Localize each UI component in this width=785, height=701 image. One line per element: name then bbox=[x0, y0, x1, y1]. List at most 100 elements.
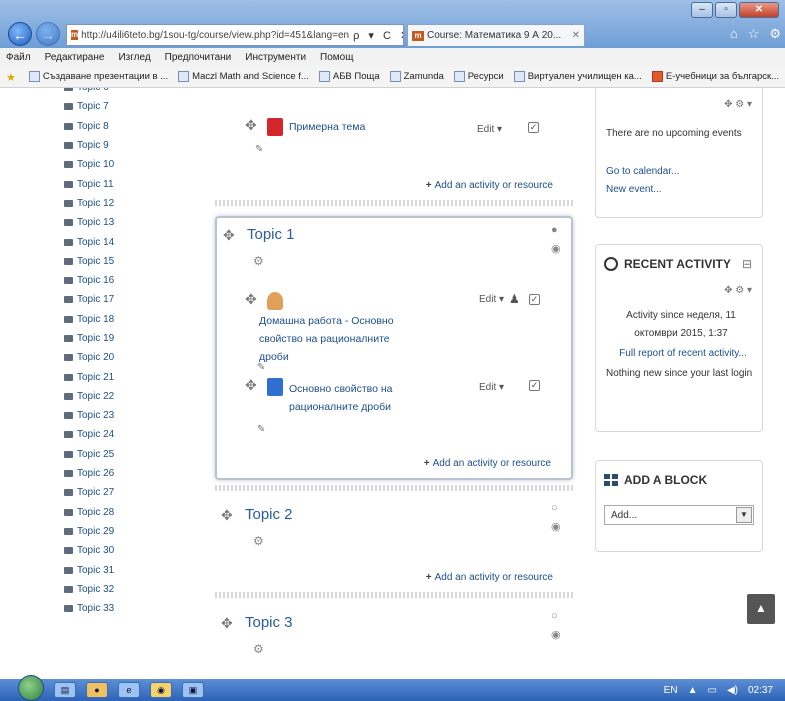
topic-nav-item[interactable]: Topic 20 bbox=[64, 348, 184, 367]
menu-favorites[interactable]: Предпочитани bbox=[165, 52, 232, 63]
topic-nav-item[interactable]: Topic 26 bbox=[64, 464, 184, 483]
topic-nav-item[interactable]: Topic 29 bbox=[64, 522, 184, 541]
section-settings-gear-icon[interactable]: ⚙ bbox=[253, 254, 264, 268]
topic-nav-item[interactable]: Topic 23 bbox=[64, 406, 184, 425]
section-title[interactable]: Topic 1 bbox=[247, 226, 295, 243]
move-icon[interactable]: ✥ bbox=[221, 616, 239, 630]
edit-title-pencil-icon[interactable]: ✎ bbox=[255, 144, 263, 155]
start-button[interactable] bbox=[18, 675, 44, 701]
completion-checkbox[interactable]: ✓ bbox=[528, 122, 539, 133]
section-settings-gear-icon[interactable]: ⚙ bbox=[253, 534, 264, 548]
highlight-marker-icon[interactable]: ○ bbox=[551, 610, 558, 622]
forward-button[interactable]: → bbox=[36, 22, 60, 46]
topic-nav-item[interactable]: Topic 33 bbox=[64, 599, 184, 618]
visibility-eye-icon[interactable]: ◉ bbox=[551, 242, 561, 255]
chrome-taskbar-icon[interactable]: ◉ bbox=[150, 682, 172, 698]
topic-nav-item[interactable]: Topic 13 bbox=[64, 213, 184, 232]
edit-menu[interactable]: Edit ▾ bbox=[479, 294, 504, 305]
topic-nav-item[interactable]: Topic 25 bbox=[64, 445, 184, 464]
topic-nav-item[interactable]: Topic 10 bbox=[64, 155, 184, 174]
volume-icon[interactable]: ◀) bbox=[727, 685, 738, 696]
topic-nav-item[interactable]: Topic 27 bbox=[64, 483, 184, 502]
activity-link[interactable]: Домашна работа - Основно свойство на рац… bbox=[259, 312, 399, 366]
menu-help[interactable]: Помощ bbox=[320, 52, 353, 63]
add-activity-link[interactable]: + Add an activity or resource bbox=[424, 458, 551, 469]
chevron-down-icon[interactable]: ▼ bbox=[736, 507, 752, 523]
ie-taskbar-icon[interactable]: e bbox=[118, 682, 140, 698]
favorite-link[interactable]: Ресурси bbox=[453, 70, 504, 82]
address-controls[interactable]: ρ ▾ C ✕ bbox=[349, 29, 403, 42]
minimize-button[interactable]: – bbox=[691, 2, 713, 18]
favorite-link[interactable]: Zamunda bbox=[389, 70, 444, 82]
settings-gear-icon[interactable]: ⚙ bbox=[769, 26, 781, 42]
topic-nav-item[interactable]: Topic 30 bbox=[64, 541, 184, 560]
topic-nav-item[interactable]: Topic 16 bbox=[64, 271, 184, 290]
favorite-link[interactable]: Създаване презентации в ... bbox=[28, 70, 168, 82]
topic-nav-item[interactable]: Topic 15 bbox=[64, 252, 184, 271]
topic-nav-item[interactable]: Topic 21 bbox=[64, 367, 184, 386]
edit-title-pencil-icon[interactable]: ✎ bbox=[257, 362, 265, 373]
tray-arrow-icon[interactable]: ▲ bbox=[688, 685, 698, 696]
assign-roles-user-icon[interactable]: ♟ bbox=[509, 292, 520, 306]
topic-nav-item[interactable]: Topic 28 bbox=[64, 503, 184, 522]
topic-nav-item[interactable]: Topic 17 bbox=[64, 290, 184, 309]
favorite-link[interactable]: Maczl Math and Science f... bbox=[178, 70, 309, 82]
explorer-taskbar-icon[interactable]: ▤ bbox=[54, 682, 76, 698]
topic-nav-item[interactable]: Topic 8 bbox=[64, 117, 184, 136]
topic-nav-item[interactable]: Topic 19 bbox=[64, 329, 184, 348]
favorites-star-icon[interactable]: ☆ bbox=[748, 26, 760, 42]
scroll-to-top-button[interactable]: ▲ bbox=[747, 594, 775, 624]
topic-nav-item[interactable]: Topic 11 bbox=[64, 174, 184, 193]
topic-nav-item[interactable]: Topic 12 bbox=[64, 194, 184, 213]
favorites-star-icon[interactable]: ★ bbox=[6, 71, 16, 84]
add-block-select[interactable]: Add... ▼ bbox=[604, 505, 754, 525]
block-controls[interactable]: ✥ ⚙ ▾ bbox=[724, 285, 752, 296]
tab-close-icon[interactable]: ✕ bbox=[572, 30, 580, 41]
maximize-button[interactable]: ▫ bbox=[715, 2, 737, 18]
favorite-link[interactable]: Виртуален училищен ка... bbox=[513, 70, 642, 82]
move-icon[interactable]: ✥ bbox=[245, 118, 263, 132]
close-window-button[interactable]: ✕ bbox=[739, 2, 779, 18]
block-controls[interactable]: ✥ ⚙ ▾ bbox=[724, 99, 752, 110]
highlight-marker-icon[interactable]: ○ bbox=[551, 502, 558, 514]
go-to-calendar-link[interactable]: Go to calendar... bbox=[606, 163, 679, 181]
move-icon[interactable]: ✥ bbox=[223, 228, 241, 242]
section-title[interactable]: Topic 3 bbox=[245, 614, 293, 631]
language-indicator[interactable]: EN bbox=[664, 685, 678, 696]
edit-title-pencil-icon[interactable]: ✎ bbox=[257, 424, 265, 435]
new-event-link[interactable]: New event... bbox=[606, 181, 662, 199]
highlight-marker-icon[interactable]: ● bbox=[551, 224, 558, 236]
section-title[interactable]: Topic 2 bbox=[245, 506, 293, 523]
topic-nav-item[interactable]: Topic 32 bbox=[64, 580, 184, 599]
favorite-link[interactable]: Е-учебници за българск... bbox=[651, 70, 779, 82]
add-activity-link[interactable]: + Add an activity or resource bbox=[426, 180, 553, 191]
topic-nav-item[interactable]: Topic 14 bbox=[64, 232, 184, 251]
topic-nav-item[interactable]: Topic 22 bbox=[64, 387, 184, 406]
browser-tab[interactable]: m Course: Математика 9 А 20... ✕ bbox=[407, 24, 585, 46]
app-taskbar-icon[interactable]: ▣ bbox=[182, 682, 204, 698]
add-activity-link[interactable]: + Add an activity or resource bbox=[426, 572, 553, 583]
menu-edit[interactable]: Редактиране bbox=[45, 52, 105, 63]
section-settings-gear-icon[interactable]: ⚙ bbox=[253, 642, 264, 656]
address-bar[interactable]: m http://u4ili6teto.bg/1sou-tg/course/vi… bbox=[66, 24, 404, 46]
topic-nav-item[interactable]: Topic 9 bbox=[64, 136, 184, 155]
favorite-link[interactable]: АБВ Поща bbox=[318, 70, 380, 82]
move-icon[interactable]: ✥ bbox=[245, 292, 263, 306]
edit-menu[interactable]: Edit ▾ bbox=[479, 382, 504, 393]
collapse-block-icon[interactable]: ⊟ bbox=[742, 257, 752, 271]
visibility-eye-icon[interactable]: ◉ bbox=[551, 628, 561, 641]
home-icon[interactable]: ⌂ bbox=[730, 26, 738, 42]
topic-nav-item[interactable]: Topic 31 bbox=[64, 560, 184, 579]
back-button[interactable]: ← bbox=[8, 22, 32, 46]
visibility-eye-icon[interactable]: ◉ bbox=[551, 520, 561, 533]
media-taskbar-icon[interactable]: ● bbox=[86, 682, 108, 698]
topic-nav-item[interactable]: Topic 18 bbox=[64, 310, 184, 329]
completion-checkbox[interactable]: ✓ bbox=[529, 294, 540, 305]
move-icon[interactable]: ✥ bbox=[245, 378, 263, 392]
menu-tools[interactable]: Инструменти bbox=[245, 52, 306, 63]
topic-nav-item[interactable]: Topic 24 bbox=[64, 425, 184, 444]
activity-link[interactable]: Основно свойство на рационалните дроби bbox=[289, 380, 399, 416]
clock-time[interactable]: 02:37 bbox=[748, 685, 773, 696]
activity-link[interactable]: Примерна тема bbox=[289, 118, 365, 136]
menu-view[interactable]: Изглед bbox=[118, 52, 150, 63]
